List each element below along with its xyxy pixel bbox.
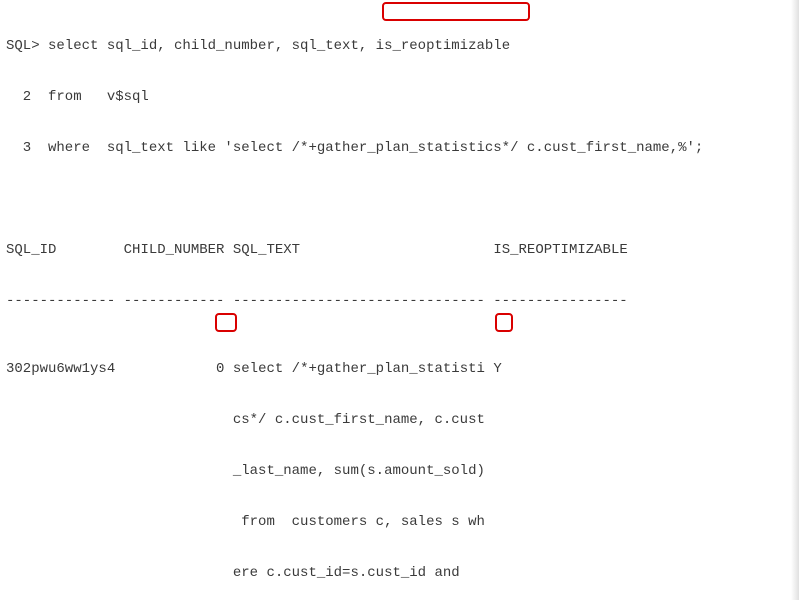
column-headers: SQL_ID CHILD_NUMBER SQL_TEXT IS_REOPTIMI…: [6, 242, 793, 259]
highlight-box-child-number-1: [215, 313, 237, 332]
header-child-number: CHILD_NUMBER: [124, 242, 225, 258]
header-sql-text: SQL_TEXT: [233, 242, 300, 258]
table-row: from customers c, sales s wh: [6, 514, 793, 531]
query-line-1: SQL> select sql_id, child_number, sql_te…: [6, 38, 793, 55]
cell-is-reopt: Y: [493, 361, 501, 377]
cell-sql-text-line: ere c.cust_id=s.cust_id and: [233, 565, 460, 581]
query-line-2: 2 from v$sql: [6, 89, 793, 106]
cell-child-number: 0: [216, 361, 224, 377]
highlight-box-is-reopt-n: [495, 313, 513, 332]
table-row: ere c.cust_id=s.cust_id and: [6, 565, 793, 582]
cell-sql-text-line: cs*/ c.cust_first_name, c.cust: [233, 412, 485, 428]
cell-sql-text-line: from customers c, sales s wh: [233, 514, 485, 530]
cell-sql-text-line: select /*+gather_plan_statisti: [233, 361, 485, 377]
highlight-is-reopt: is_reoptimizable: [376, 38, 510, 54]
highlight-box-query-column: [382, 2, 530, 21]
blank-line: [6, 191, 793, 208]
table-row: 302pwu6ww1ys4 0 select /*+gather_plan_st…: [6, 361, 793, 378]
header-rule: ------------- ------------ -------------…: [6, 293, 793, 310]
terminal-output: SQL> select sql_id, child_number, sql_te…: [0, 0, 799, 600]
header-sql-id: SQL_ID: [6, 242, 56, 258]
table-row: cs*/ c.cust_first_name, c.cust: [6, 412, 793, 429]
table-row: _last_name, sum(s.amount_sold): [6, 463, 793, 480]
cell-sql-id: 302pwu6ww1ys4: [6, 361, 115, 377]
header-is-reopt: IS_REOPTIMIZABLE: [493, 242, 627, 258]
cell-sql-text-line: _last_name, sum(s.amount_sold): [233, 463, 485, 479]
query-line-3: 3 where sql_text like 'select /*+gather_…: [6, 140, 793, 157]
